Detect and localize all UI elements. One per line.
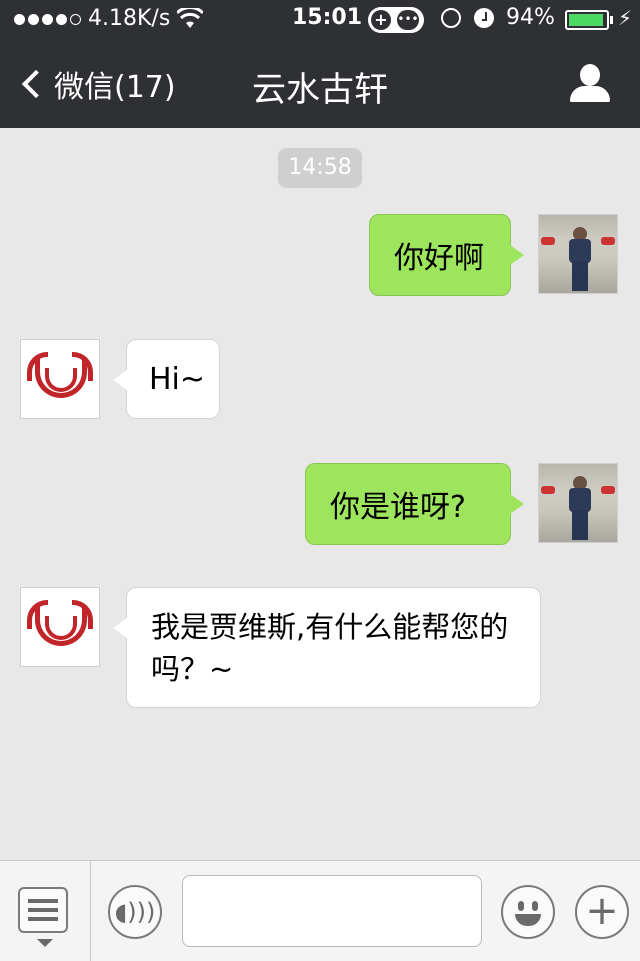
app-status-icon: + •••: [368, 7, 424, 33]
status-bar: 4.18K/s 15:01 + ••• 94% ⚡: [0, 0, 640, 40]
message-text: 我是贾维斯,有什么能帮您的吗？~: [151, 609, 509, 686]
contact-profile-icon[interactable]: [570, 64, 610, 104]
battery-percent: 94%: [506, 5, 555, 30]
wifi-icon: [175, 6, 205, 34]
contact-avatar[interactable]: [20, 587, 100, 667]
alarm-icon: [474, 8, 494, 28]
battery-icon: [565, 10, 609, 30]
chat-title: 云水古轩: [252, 70, 388, 110]
top-bar: 4.18K/s 15:01 + ••• 94% ⚡ 微信(17) 云水古轩: [0, 0, 640, 128]
message-text: 你是谁呀?: [330, 490, 466, 525]
rotation-lock-icon: [441, 8, 461, 28]
user-avatar[interactable]: [538, 463, 618, 543]
charging-icon: ⚡: [618, 6, 633, 30]
add-circle-icon: +: [371, 10, 391, 30]
menu-icon[interactable]: [18, 887, 68, 947]
incoming-message[interactable]: 我是贾维斯,有什么能帮您的吗？~: [113, 587, 541, 708]
battery-tip: [610, 16, 613, 24]
user-avatar[interactable]: [538, 214, 618, 294]
message-input[interactable]: [182, 875, 482, 947]
input-toolbar: ◖))) +: [0, 860, 640, 961]
network-speed: 4.18K/s: [88, 6, 171, 31]
voice-icon[interactable]: ◖))): [108, 885, 162, 939]
plus-icon[interactable]: +: [575, 885, 629, 939]
emoji-icon[interactable]: [501, 885, 555, 939]
message-text: 你好啊: [394, 241, 484, 276]
incoming-message[interactable]: Hi~: [113, 339, 220, 419]
toolbar-divider: [90, 861, 91, 961]
outgoing-message[interactable]: 你是谁呀?: [305, 463, 524, 545]
message-timestamp: 14:58: [278, 148, 362, 188]
contact-avatar[interactable]: [20, 339, 100, 419]
message-dots-icon: •••: [397, 10, 419, 30]
status-time: 15:01: [292, 5, 363, 30]
signal-strength-icon: [14, 14, 81, 25]
message-text: Hi~: [149, 361, 206, 397]
outgoing-message[interactable]: 你好啊: [369, 214, 524, 296]
